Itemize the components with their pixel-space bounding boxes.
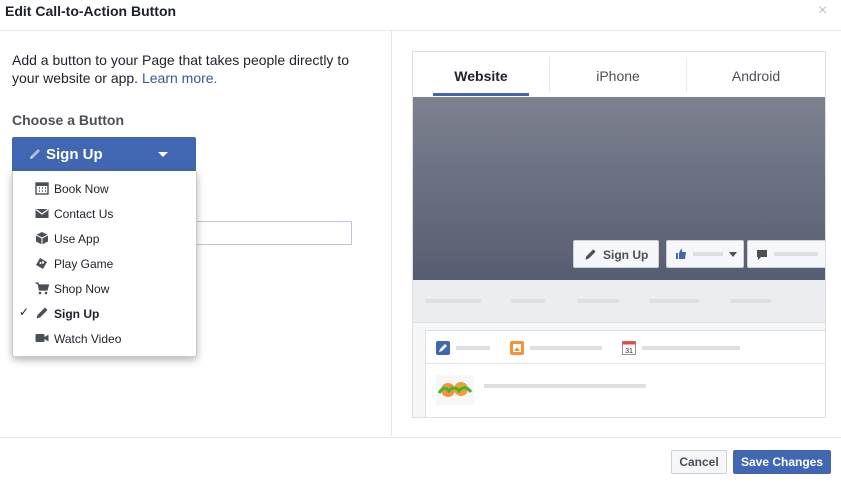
placeholder-bar <box>456 346 490 350</box>
tab-iphone[interactable]: iPhone <box>550 68 686 84</box>
placeholder-bar <box>731 299 771 303</box>
tab-website[interactable]: Website <box>433 68 529 84</box>
preview-cta-label: Sign Up <box>603 248 649 262</box>
menu-item-label: Play Game <box>54 257 114 271</box>
video-icon <box>35 334 49 342</box>
pencil-icon <box>36 307 48 319</box>
button-type-menu: Book Now Contact Us Use App Play Game Sh… <box>12 171 197 357</box>
learn-more-link[interactable]: Learn more. <box>142 70 217 86</box>
status-icon <box>436 341 450 355</box>
footer-divider <box>0 437 841 438</box>
menu-item-book-now[interactable]: Book Now <box>13 176 196 201</box>
message-icon <box>757 250 767 260</box>
menu-item-watch-video[interactable]: Watch Video <box>13 326 196 351</box>
preview-cta-button: Sign Up <box>573 240 659 268</box>
menu-item-shop-now[interactable]: Shop Now <box>13 276 196 301</box>
active-tab-indicator <box>433 93 529 96</box>
button-type-dropdown[interactable]: Sign Up <box>12 137 196 171</box>
pencil-icon <box>585 249 596 260</box>
menu-item-label: Use App <box>54 232 100 246</box>
cover-photo-placeholder: Sign Up <box>413 97 825 280</box>
calendar-icon: 31 <box>622 341 636 355</box>
menu-item-label: Sign Up <box>54 307 100 321</box>
photo-icon <box>510 341 524 355</box>
tab-android[interactable]: Android <box>687 68 825 84</box>
cube-icon <box>35 232 49 245</box>
cart-icon <box>35 282 49 295</box>
calendar-day: 31 <box>625 348 633 355</box>
placeholder-bar <box>774 252 818 256</box>
composer-divider <box>426 363 825 364</box>
page-nav-placeholder <box>413 280 825 323</box>
placeholder-bar <box>425 299 481 303</box>
menu-item-sign-up[interactable]: ✓ Sign Up <box>13 301 196 326</box>
selected-button-label: Sign Up <box>46 146 103 163</box>
website-url-field[interactable] <box>195 221 352 245</box>
placeholder-bar <box>530 346 602 350</box>
save-changes-button[interactable]: Save Changes <box>733 450 831 474</box>
menu-item-label: Shop Now <box>54 282 110 296</box>
placeholder-bar <box>693 252 723 256</box>
placeholder-bar <box>649 299 699 303</box>
placeholder-bar <box>642 346 740 350</box>
composer-placeholder: 31 <box>425 330 825 417</box>
calendar-icon <box>35 182 49 195</box>
check-icon: ✓ <box>19 305 30 319</box>
cancel-button[interactable]: Cancel <box>671 450 727 474</box>
platform-tabs: Website iPhone Android <box>413 52 825 97</box>
menu-item-label: Book Now <box>54 182 109 196</box>
placeholder-bar <box>484 384 646 388</box>
preview-like-button <box>666 240 744 268</box>
profile-picture <box>436 375 474 405</box>
pencil-icon <box>30 149 40 159</box>
placeholder-bar <box>511 299 545 303</box>
close-icon[interactable]: × <box>818 2 827 20</box>
placeholder-bar <box>577 299 619 303</box>
chevron-down-icon <box>158 152 168 157</box>
button-preview: Website iPhone Android Sign Up 31 <box>412 51 826 418</box>
preview-message-button <box>747 240 825 268</box>
menu-item-label: Watch Video <box>54 332 122 346</box>
gamepad-icon <box>36 258 47 269</box>
dialog-title: Edit Call-to-Action Button <box>5 3 177 19</box>
envelope-icon <box>35 209 49 218</box>
menu-item-contact-us[interactable]: Contact Us <box>13 201 196 226</box>
thumbs-up-icon <box>676 249 686 259</box>
chevron-down-icon <box>729 252 737 257</box>
menu-item-play-game[interactable]: Play Game <box>13 251 196 276</box>
menu-item-use-app[interactable]: Use App <box>13 226 196 251</box>
panel-divider <box>391 31 392 436</box>
intro-text: Add a button to your Page that takes peo… <box>12 51 362 87</box>
choose-button-label: Choose a Button <box>12 112 124 128</box>
menu-item-label: Contact Us <box>54 207 114 221</box>
